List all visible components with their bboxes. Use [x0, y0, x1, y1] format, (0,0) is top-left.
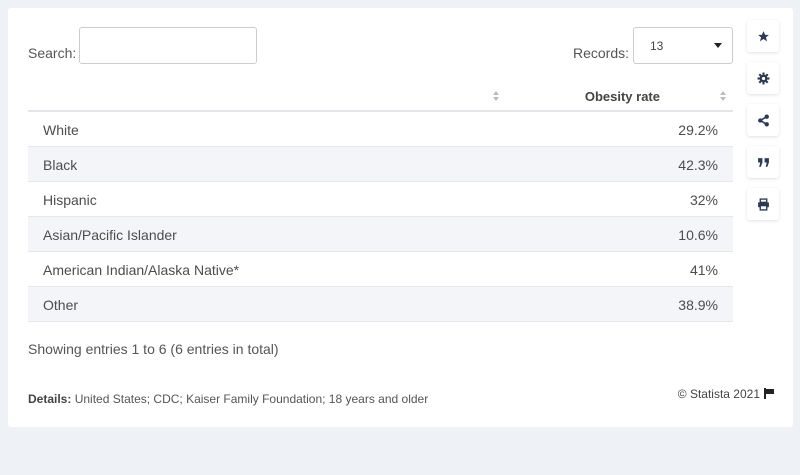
star-icon	[757, 30, 769, 41]
search-label: Search:	[28, 45, 77, 61]
row-value: 42.3%	[678, 157, 718, 173]
quote-icon	[757, 157, 769, 167]
row-label: Hispanic	[43, 192, 97, 208]
table-row: Hispanic 32%	[28, 182, 733, 217]
table-row: Other 38.9%	[28, 287, 733, 322]
statistic-card: Search: Records: 13 Obesity rate White 2…	[8, 8, 793, 427]
copyright-text: © Statista 2021	[677, 387, 760, 401]
row-value: 29.2%	[678, 122, 718, 138]
row-value: 32%	[689, 192, 718, 208]
records-select[interactable]: 13	[633, 27, 733, 64]
search-input[interactable]	[79, 27, 257, 64]
row-label: White	[43, 122, 79, 138]
row-value: 10.6%	[678, 227, 718, 243]
data-table: Obesity rate White 29.2% Black 42.3% His…	[28, 80, 733, 322]
row-value: 38.9%	[678, 297, 718, 313]
settings-button[interactable]	[747, 62, 779, 94]
sort-icon	[493, 89, 500, 103]
share-icon	[757, 114, 769, 126]
row-label: American Indian/Alaska Native*	[43, 262, 240, 278]
sort-column-2-button[interactable]	[720, 89, 727, 108]
table-row: American Indian/Alaska Native* 41%	[28, 252, 733, 287]
share-button[interactable]	[747, 104, 779, 136]
details-label: Details:	[28, 392, 72, 406]
records-label: Records:	[572, 45, 629, 61]
details-line: Details: United States; CDC; Kaiser Fami…	[28, 392, 428, 406]
cite-button[interactable]	[747, 146, 779, 178]
row-label: Other	[43, 297, 79, 313]
print-button[interactable]	[747, 188, 779, 220]
sort-column-1-button[interactable]	[493, 89, 500, 108]
column-header-obesity-rate[interactable]: Obesity rate	[585, 89, 660, 104]
entries-summary: Showing entries 1 to 6 (6 entries in tot…	[28, 341, 279, 357]
sort-icon	[720, 89, 727, 103]
row-value: 41%	[689, 262, 718, 278]
caret-down-icon	[714, 43, 722, 48]
details-text: United States; CDC; Kaiser Family Founda…	[74, 392, 429, 406]
table-row: White 29.2%	[28, 112, 733, 147]
copyright-line: © Statista 2021	[678, 387, 774, 401]
table-header: Obesity rate	[28, 80, 733, 112]
records-selected-value: 13	[650, 39, 664, 53]
print-icon	[757, 197, 769, 211]
table-row: Black 42.3%	[28, 147, 733, 182]
table-row: Asian/Pacific Islander 10.6%	[28, 217, 733, 252]
flag-icon[interactable]	[764, 388, 774, 399]
favorite-button[interactable]	[747, 20, 779, 52]
row-label: Black	[43, 157, 78, 173]
gear-icon	[757, 72, 769, 84]
row-label: Asian/Pacific Islander	[43, 227, 177, 243]
